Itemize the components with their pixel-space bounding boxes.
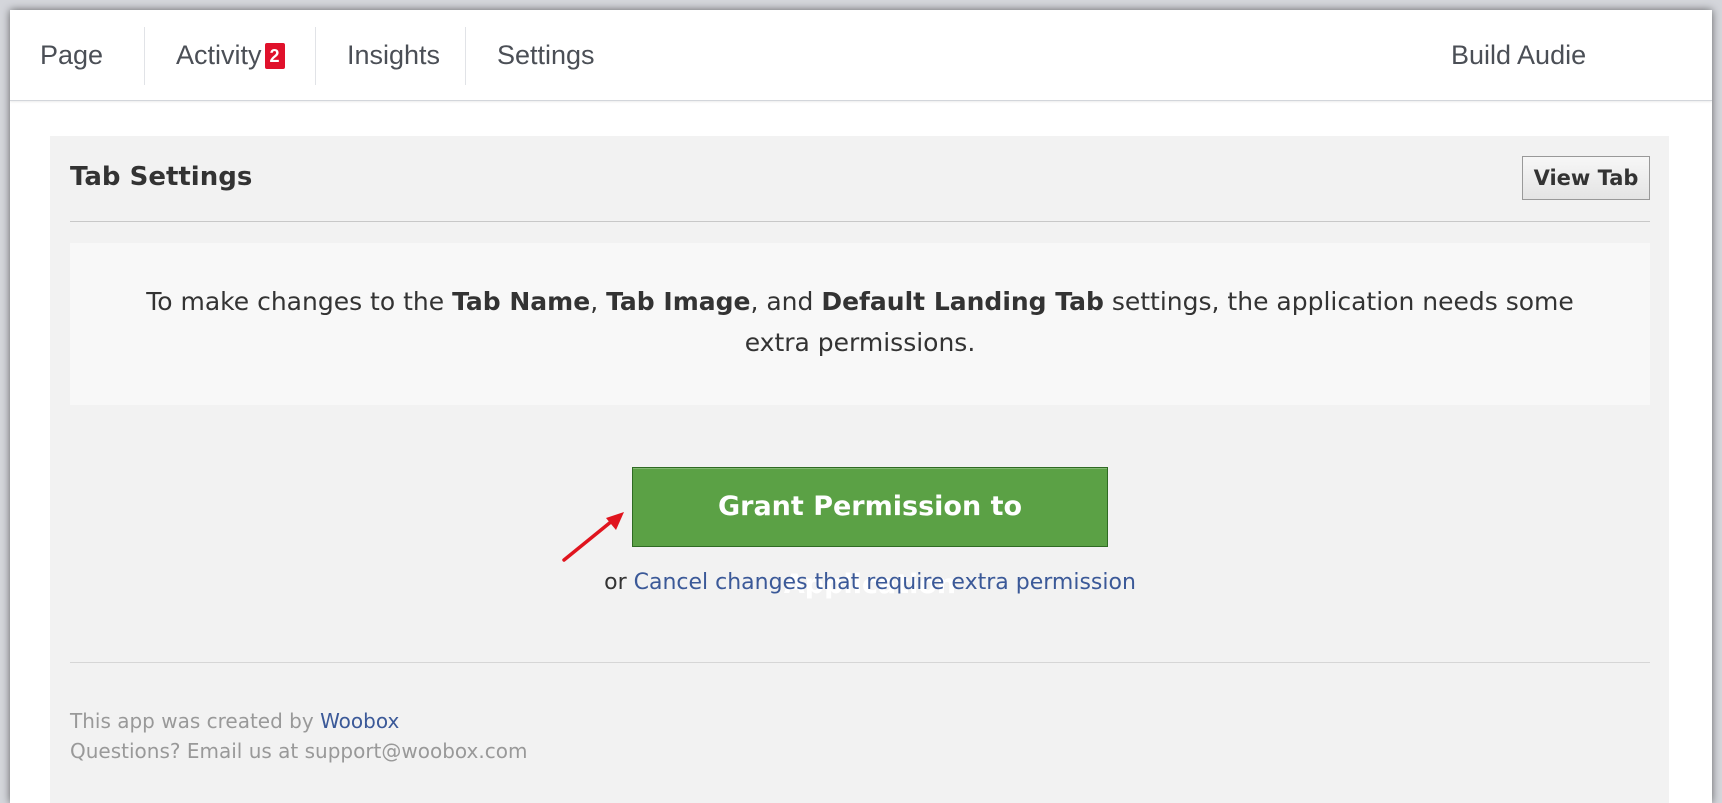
nav-build-audience[interactable]: Build Audie [1451,10,1586,100]
activity-count-badge: 2 [264,43,285,69]
nav-tab-insights[interactable]: Insights [347,10,440,100]
notice-text: , and [750,287,822,316]
notice-text: To make changes to the [146,287,453,316]
nav-tab-settings[interactable]: Settings [497,10,595,100]
nav-divider [315,27,316,85]
permission-notice: To make changes to the Tab Name, Tab Ima… [70,243,1650,405]
nav-tab-settings-label: Settings [497,40,595,70]
or-text: or [604,570,634,595]
woobox-link[interactable]: Woobox [320,709,399,733]
nav-divider [465,27,466,85]
view-tab-button[interactable]: View Tab [1522,156,1650,200]
grant-permission-button[interactable]: Grant Permission to Application [632,467,1108,600]
nav-build-audience-label: Build Audie [1451,40,1587,70]
footer-divider [70,662,1650,663]
created-by-line: This app was created by Woobox [70,706,527,736]
nav-tab-page[interactable]: Page [40,10,103,100]
nav-tab-insights-label: Insights [347,40,441,70]
app-footer: This app was created by Woobox Questions… [70,706,527,766]
app-window: Page Activity 2 Insights Settings Build A… [10,10,1712,803]
support-email-text: Questions? Email us at support@woobox.co… [70,739,528,763]
cancel-line: or Cancel changes that require extra per… [50,570,1690,595]
notice-bold-tab-image: Tab Image [606,287,751,316]
title-divider [70,221,1650,222]
nav-divider [144,27,145,85]
page-title: Tab Settings [70,162,253,192]
notice-text: , [590,287,607,316]
nav-tab-page-label: Page [40,40,104,70]
page-nav-bar: Page Activity 2 Insights Settings Build A… [10,10,1712,101]
nav-tab-activity[interactable]: Activity 2 [176,10,285,100]
created-by-text: This app was created by [70,709,321,733]
nav-tab-activity-label: Activity [176,40,262,70]
notice-bold-default-landing-tab: Default Landing Tab [821,287,1104,316]
red-arrow-icon [562,512,624,562]
notice-bold-tab-name: Tab Name [452,287,591,316]
cancel-changes-link[interactable]: Cancel changes that require extra permis… [634,570,1136,595]
tab-settings-panel: Tab Settings View Tab To make changes to… [50,136,1669,803]
